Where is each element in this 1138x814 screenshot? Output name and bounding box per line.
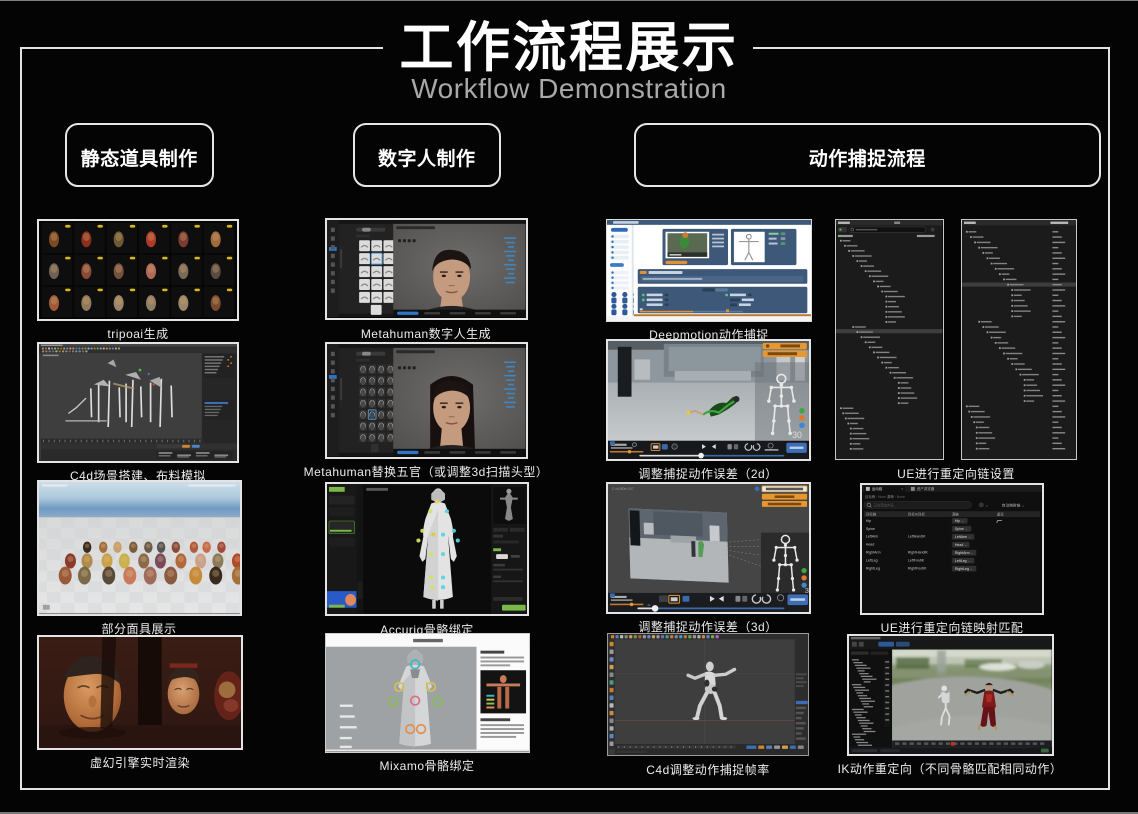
svg-text:RightLeg: RightLeg: [866, 567, 880, 571]
svg-text:LeftArm: LeftArm: [866, 535, 878, 539]
svg-text:自动映射链 ⌄: 自动映射链 ⌄: [1002, 503, 1025, 508]
svg-text:31: 31: [647, 603, 651, 607]
svg-text:RightHandIK: RightHandIK: [908, 551, 929, 555]
svg-text:目标链: 目标链: [866, 511, 877, 516]
svg-text:目标骨 : None 源骨 : None: 目标骨 : None 源骨 : None: [865, 494, 905, 499]
svg-text:LeftFootIK: LeftFootIK: [908, 559, 925, 563]
svg-text:Hip ⌄: Hip ⌄: [955, 519, 964, 523]
svg-text:LeftLeg ⌄: LeftLeg ⌄: [955, 559, 971, 563]
svg-text:LeftLeg: LeftLeg: [866, 559, 878, 563]
svg-text:Hip: Hip: [866, 519, 871, 523]
svg-text:RightArm: RightArm: [866, 551, 881, 555]
svg-text:Head: Head: [866, 543, 874, 547]
svg-text:C:/m280m.007: C:/m280m.007: [612, 487, 634, 491]
svg-text:Spine: Spine: [866, 527, 875, 531]
svg-text:Spine ⌄: Spine ⌄: [955, 527, 968, 531]
svg-text:LeftArm ⌄: LeftArm ⌄: [955, 535, 971, 539]
svg-text:RightArm ⌄: RightArm ⌄: [955, 551, 974, 555]
svg-text:重设: 重设: [997, 511, 1004, 516]
svg-text:运动链: 运动链: [872, 486, 883, 491]
svg-text:源链: 源链: [952, 511, 959, 516]
svg-text:RightFootIK: RightFootIK: [908, 567, 927, 571]
svg-text:Head ⌄: Head ⌄: [955, 543, 967, 547]
svg-text:⌄: ⌄: [985, 503, 988, 508]
svg-text:正在筛选内容...: 正在筛选内容...: [874, 502, 897, 507]
svg-text:×: ×: [901, 486, 903, 491]
svg-text:RightLeg ⌄: RightLeg ⌄: [955, 567, 973, 571]
svg-text:LeftHandIK: LeftHandIK: [908, 535, 926, 539]
svg-text:资产浏览器: 资产浏览器: [917, 486, 935, 491]
svg-text:目标IK目标: 目标IK目标: [908, 511, 925, 516]
svg-text:30: 30: [792, 430, 802, 440]
